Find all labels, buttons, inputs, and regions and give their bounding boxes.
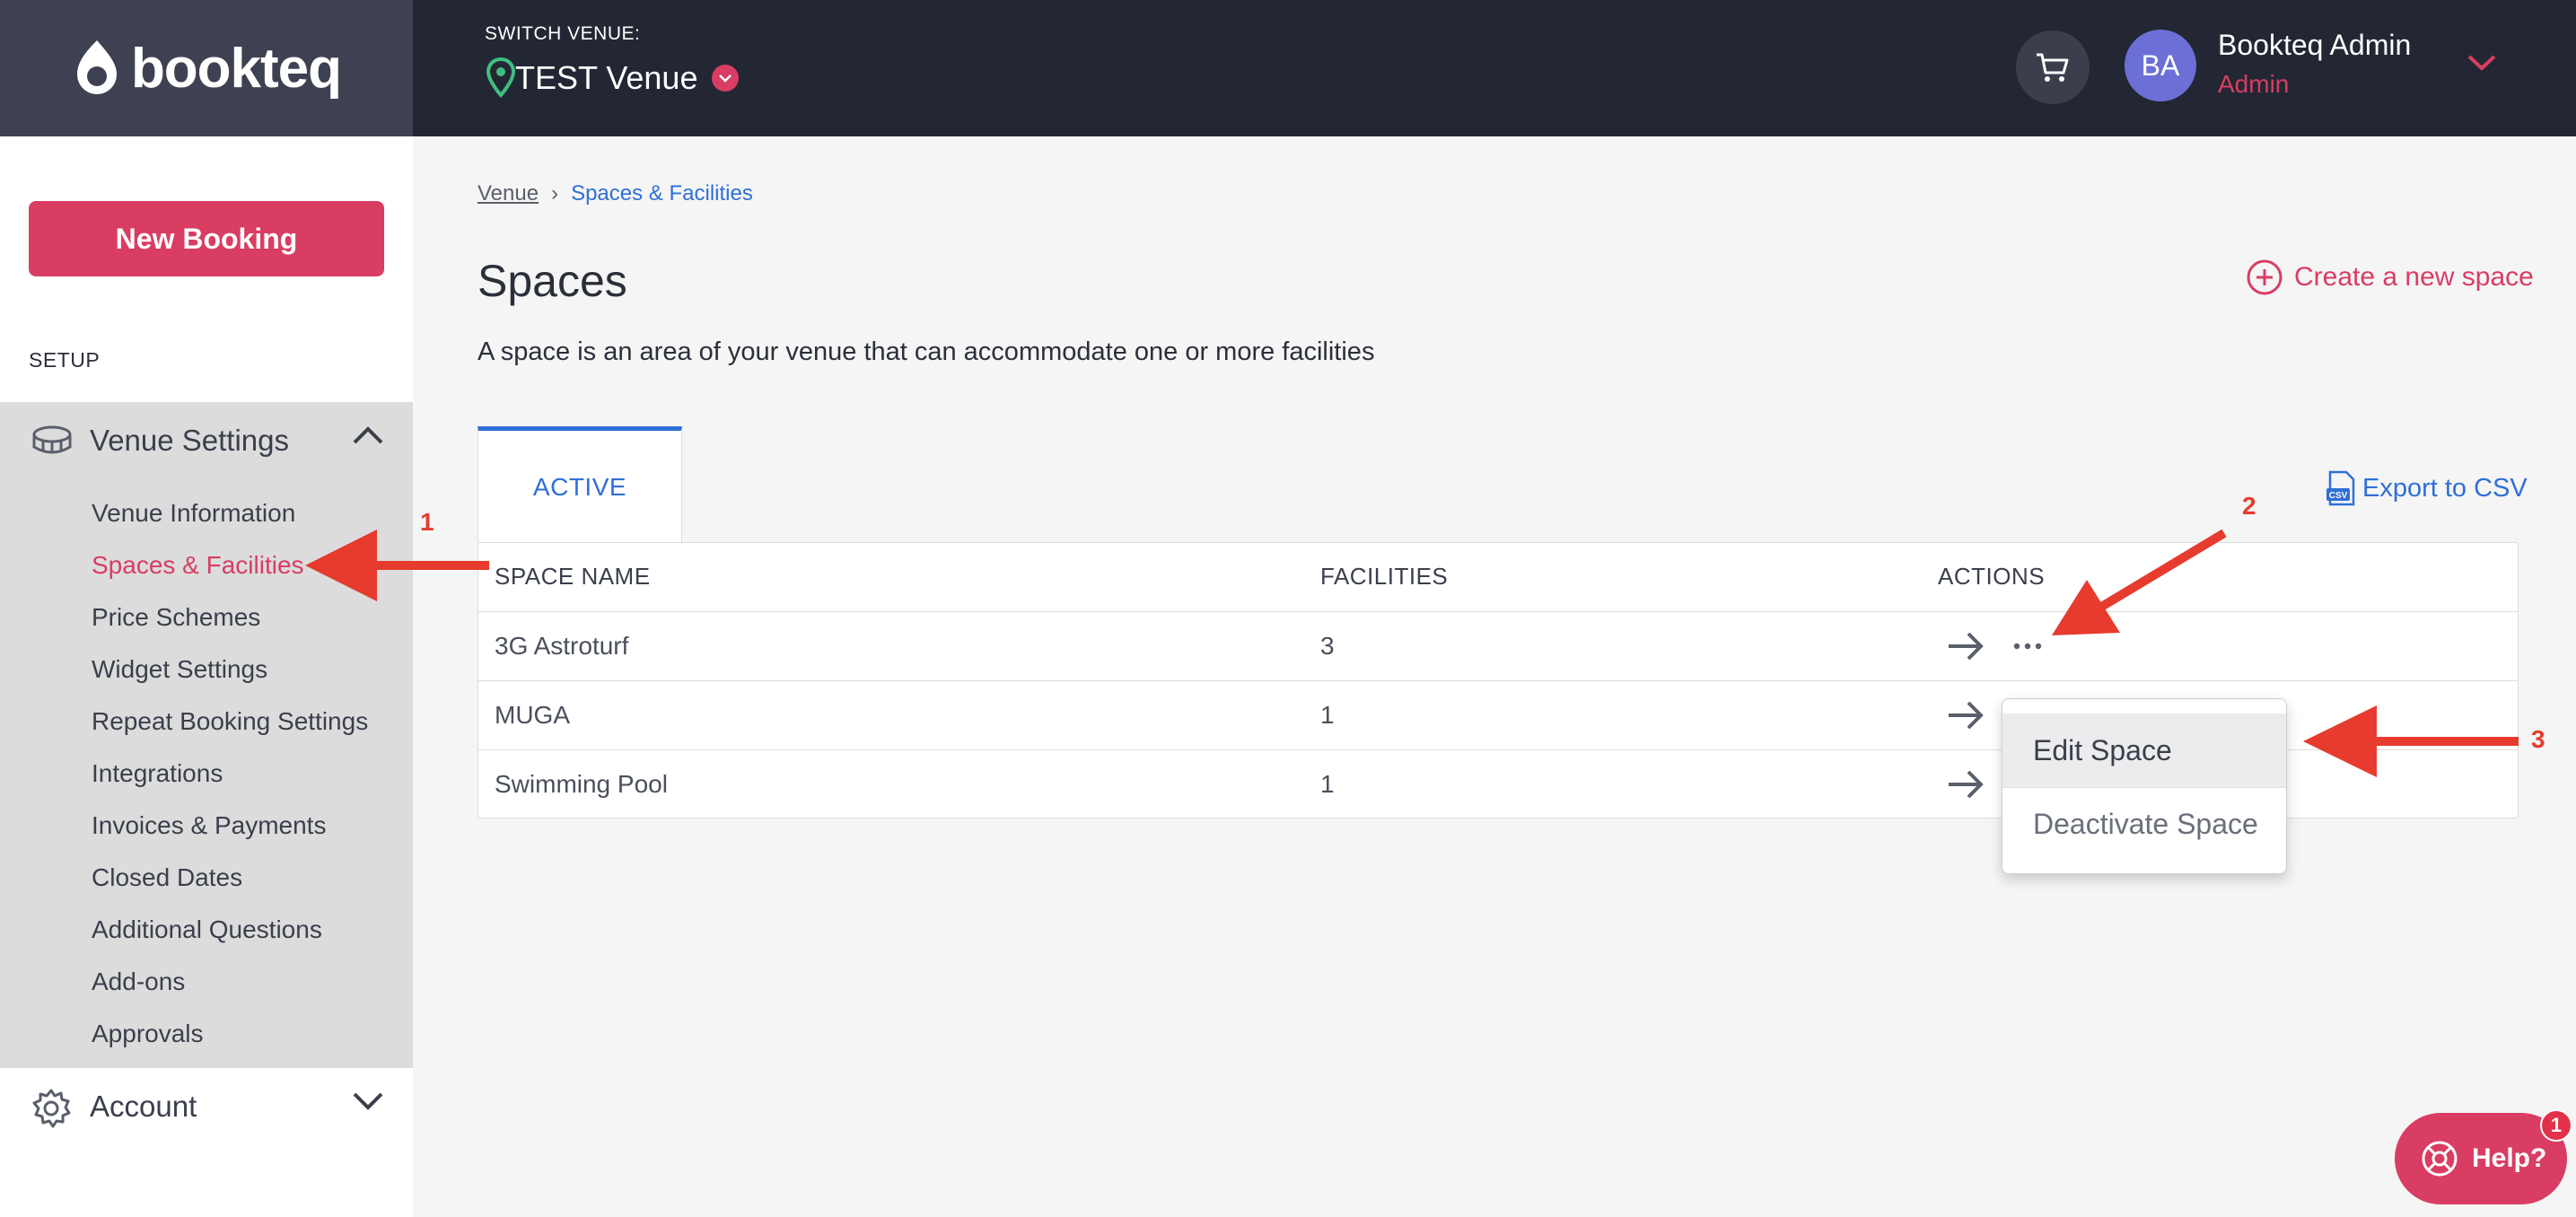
table-row[interactable]: 3G Astroturf 3 [478, 611, 2518, 680]
venue-settings-section: Venue Settings Venue Information Spaces … [0, 402, 413, 1068]
column-header-facilities: FACILITIES [1320, 563, 1449, 590]
export-csv-label: Export to CSV [2362, 473, 2528, 503]
help-label: Help? [2472, 1143, 2547, 1173]
csv-file-icon: CSV [2326, 470, 2355, 506]
stadium-icon [32, 425, 72, 454]
location-pin-icon [486, 57, 516, 99]
sidebar-item-spaces-facilities[interactable]: Spaces & Facilities [92, 551, 304, 580]
venue-select[interactable]: TEST Venue [485, 57, 740, 99]
sidebar-item-approvals[interactable]: Approvals [92, 1020, 204, 1048]
annotation-label-1: 1 [420, 508, 434, 536]
venue-dropdown-icon[interactable] [712, 65, 740, 92]
sidebar-item-invoices-payments[interactable]: Invoices & Payments [92, 811, 326, 840]
gear-icon [32, 1089, 71, 1128]
user-role: Admin [2218, 70, 2290, 98]
sidebar: New Booking SETUP Venue Settings Venue I… [0, 136, 413, 1217]
venue-switcher[interactable]: SWITCH VENUE: TEST Venue [485, 23, 740, 99]
breadcrumb-venue-link[interactable]: Venue [478, 181, 539, 206]
plus-circle-icon [2247, 259, 2282, 295]
globe-help-icon [2422, 1141, 2458, 1177]
breadcrumb: Venue › Spaces & Facilities [478, 181, 753, 206]
help-notification-badge: 1 [2540, 1109, 2572, 1142]
avatar[interactable]: BA [2125, 30, 2196, 101]
chevron-up-icon[interactable] [352, 425, 384, 445]
venue-name: TEST Venue [515, 59, 698, 96]
top-bar: bookteq SWITCH VENUE: TEST Venue BA Book… [0, 0, 2576, 136]
new-booking-button[interactable]: New Booking [29, 201, 384, 276]
deactivate-space-menu-item[interactable]: Deactivate Space [2002, 787, 2286, 861]
arrow-right-icon[interactable] [1947, 768, 1985, 801]
annotation-label-2: 2 [2242, 492, 2256, 520]
facilities-cell: 1 [1320, 701, 1335, 729]
tab-active[interactable]: ACTIVE [478, 426, 682, 543]
export-csv-link[interactable]: CSV Export to CSV [2325, 470, 2528, 506]
cart-icon [2037, 53, 2069, 82]
sidebar-item-additional-questions[interactable]: Additional Questions [92, 915, 322, 944]
sidebar-item-repeat-booking-settings[interactable]: Repeat Booking Settings [92, 707, 368, 736]
user-menu-chevron-down-icon[interactable] [2466, 54, 2497, 72]
sidebar-item-widget-settings[interactable]: Widget Settings [92, 655, 267, 684]
edit-space-menu-item[interactable]: Edit Space [2002, 714, 2286, 787]
account-section-header[interactable]: Account [0, 1068, 413, 1143]
sidebar-item-integrations[interactable]: Integrations [92, 759, 223, 788]
sidebar-item-price-schemes[interactable]: Price Schemes [92, 603, 260, 632]
page-title: Spaces [478, 256, 627, 306]
annotation-label-3: 3 [2531, 725, 2545, 753]
account-title: Account [90, 1090, 197, 1123]
sidebar-item-venue-information[interactable]: Venue Information [92, 499, 295, 528]
venue-settings-title: Venue Settings [90, 424, 290, 457]
svg-text:CSV: CSV [2329, 491, 2348, 501]
page-description: A space is an area of your venue that ca… [478, 337, 1375, 366]
more-actions-icon[interactable] [2011, 630, 2044, 662]
actions-dropdown: Edit Space Deactivate Space [2002, 698, 2287, 874]
arrow-right-icon[interactable] [1947, 630, 1985, 662]
sidebar-item-closed-dates[interactable]: Closed Dates [92, 863, 242, 892]
column-header-actions: ACTIONS [1938, 563, 2046, 590]
facilities-cell: 3 [1320, 632, 1335, 660]
logo-text: bookteq [130, 37, 342, 100]
arrow-right-icon[interactable] [1947, 699, 1985, 731]
space-name-cell: Swimming Pool [495, 770, 668, 798]
venue-settings-header[interactable]: Venue Settings [0, 402, 413, 477]
chevron-down-icon[interactable] [352, 1091, 384, 1111]
bookteq-logo-icon [76, 40, 117, 94]
sidebar-item-add-ons[interactable]: Add-ons [92, 967, 185, 996]
space-name-cell: 3G Astroturf [495, 632, 629, 660]
setup-label: SETUP [29, 348, 101, 372]
facilities-cell: 1 [1320, 770, 1335, 798]
column-header-space-name: SPACE NAME [495, 563, 651, 590]
space-name-cell: MUGA [495, 701, 570, 729]
user-name[interactable]: Bookteq Admin [2218, 29, 2411, 62]
create-new-space-link[interactable]: Create a new space [2246, 258, 2534, 296]
breadcrumb-separator: › [551, 181, 559, 206]
create-new-space-label: Create a new space [2294, 262, 2534, 292]
switch-venue-label: SWITCH VENUE: [485, 23, 641, 44]
breadcrumb-current[interactable]: Spaces & Facilities [571, 181, 753, 206]
cart-button[interactable] [2016, 31, 2090, 104]
logo[interactable]: bookteq [0, 0, 413, 136]
